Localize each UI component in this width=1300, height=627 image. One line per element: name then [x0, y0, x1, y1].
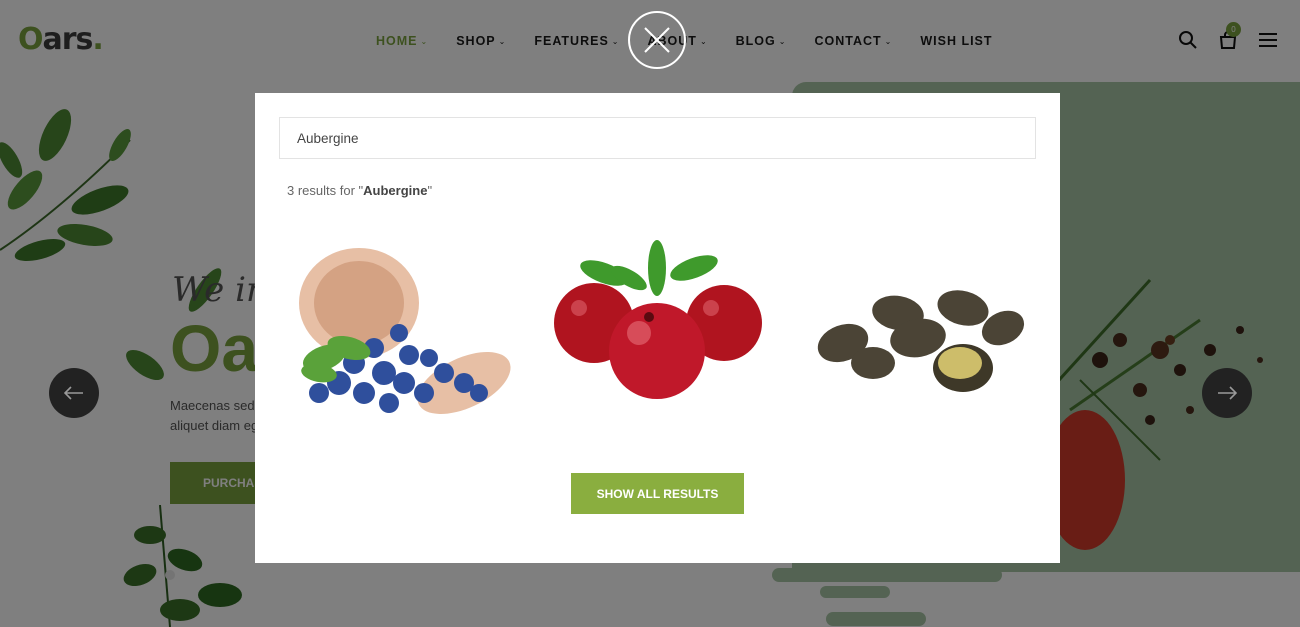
cranberries-image: [539, 233, 779, 423]
search-results-count: 3 results for "Aubergine": [287, 183, 433, 198]
search-result-blueberries[interactable]: [279, 233, 519, 423]
search-modal: 3 results for "Aubergine": [255, 93, 1060, 563]
show-all-results-button[interactable]: SHOW ALL RESULTS: [571, 473, 744, 514]
close-icon: [644, 27, 670, 53]
arrow-right-icon: [1218, 386, 1237, 400]
close-search-button[interactable]: [628, 11, 686, 69]
search-result-dried-nuts[interactable]: [798, 233, 1038, 423]
dried-nuts-image: [798, 233, 1038, 423]
search-input[interactable]: [279, 117, 1036, 159]
blueberries-image: [279, 233, 519, 423]
slider-prev-button[interactable]: [49, 368, 99, 418]
search-result-cranberries[interactable]: [539, 233, 779, 423]
slider-next-button[interactable]: [1202, 368, 1252, 418]
arrow-left-icon: [64, 386, 83, 400]
